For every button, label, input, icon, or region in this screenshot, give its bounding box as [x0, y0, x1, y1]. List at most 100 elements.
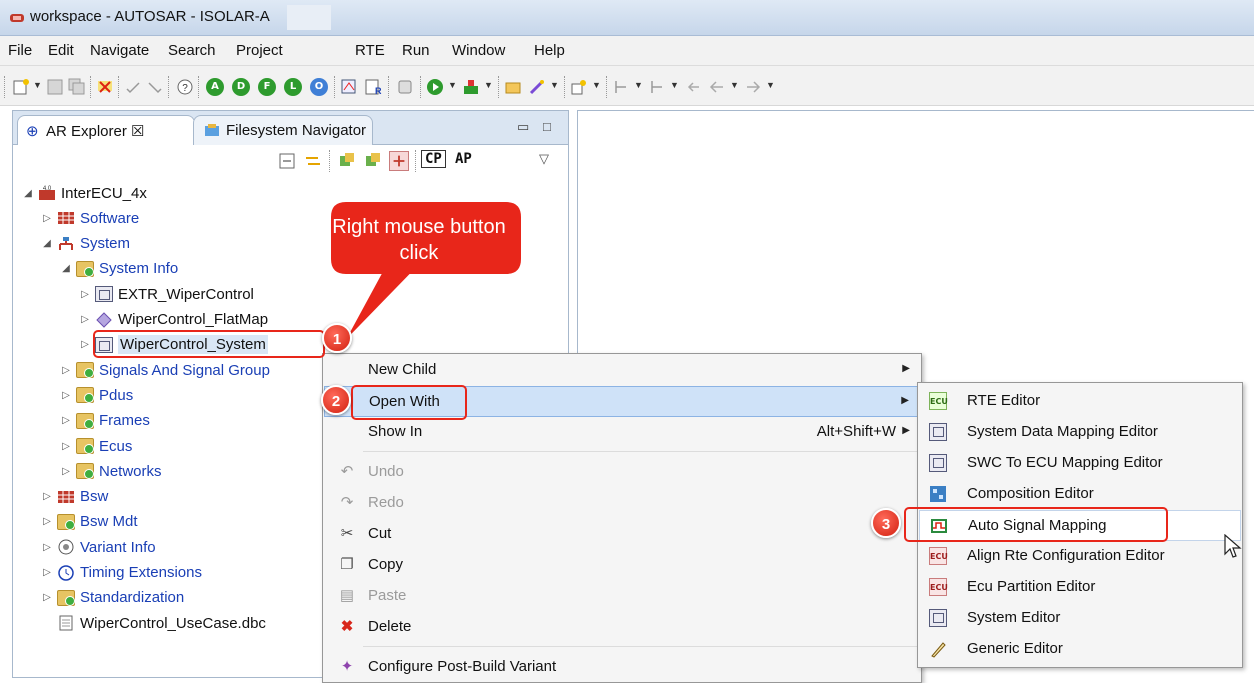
collapsed-twisty-icon[interactable]: ▷	[78, 289, 92, 300]
tree-node-extr-wipercontrol[interactable]: ▷ EXTR_WiperControl	[78, 282, 254, 306]
external-tools-dropdown-icon[interactable]: ▼	[484, 80, 493, 90]
collapsed-twisty-icon[interactable]: ▷	[59, 415, 73, 426]
ctx-paste[interactable]: ▤ Paste	[324, 581, 920, 612]
forward-dropdown-icon[interactable]: ▼	[766, 80, 775, 90]
sub-swc-to-ecu-mapping-editor[interactable]: SWC To ECU Mapping Editor	[919, 448, 1241, 479]
menu-project[interactable]: Project	[236, 42, 283, 59]
forward-icon[interactable]	[744, 78, 762, 96]
ctx-configure-post-build-variant[interactable]: ✦ Configure Post-Build Variant	[324, 652, 920, 683]
ctx-undo[interactable]: ↶ Undo	[324, 457, 920, 488]
external-tools-icon[interactable]	[462, 78, 480, 96]
ctx-copy[interactable]: ❐ Copy	[324, 550, 920, 581]
wand-dropdown-icon[interactable]: ▼	[550, 80, 559, 90]
cp-toggle[interactable]: CP	[421, 150, 446, 168]
toolbar-a-icon[interactable]: A	[206, 78, 224, 96]
menu-search[interactable]: Search	[168, 42, 216, 59]
menu-navigate[interactable]: Navigate	[90, 42, 149, 59]
prev-annotation-icon[interactable]	[648, 78, 666, 96]
collapsed-twisty-icon[interactable]: ▷	[40, 516, 54, 527]
menu-help[interactable]: Help	[534, 42, 565, 59]
save-all-icon[interactable]	[68, 78, 86, 96]
open-task-icon[interactable]	[504, 78, 522, 96]
filter-icon[interactable]	[389, 151, 409, 171]
ctx-delete[interactable]: ✖ Delete	[324, 612, 920, 643]
collapsed-twisty-icon[interactable]: ▷	[40, 542, 54, 553]
save-icon[interactable]	[46, 78, 64, 96]
expanded-twisty-icon[interactable]: ◢	[40, 238, 54, 249]
collapsed-twisty-icon[interactable]: ▷	[40, 213, 54, 224]
collapsed-twisty-icon[interactable]: ▷	[59, 466, 73, 477]
expanded-twisty-icon[interactable]: ◢	[21, 188, 35, 199]
collapsed-twisty-icon[interactable]: ▷	[40, 491, 54, 502]
expanded-twisty-icon[interactable]: ◢	[59, 263, 73, 274]
toolbar-l-icon[interactable]: L	[284, 78, 302, 96]
collapsed-twisty-icon[interactable]: ▷	[40, 592, 54, 603]
new-dropdown-icon[interactable]: ▼	[33, 80, 42, 90]
view-menu-icon[interactable]: ▽	[539, 151, 549, 167]
tree-node-bsw-mdt[interactable]: ▷ Bsw Mdt	[40, 510, 137, 534]
back-dropdown-icon[interactable]: ▼	[730, 80, 739, 90]
tab-filesystem-navigator[interactable]: Filesystem Navigator	[193, 115, 373, 145]
minimize-icon[interactable]: ▭	[517, 119, 529, 135]
annotation-dropdown-icon[interactable]: ▼	[592, 80, 601, 90]
tree-node-pdus[interactable]: ▷ Pdus	[59, 383, 133, 407]
expand-icon[interactable]	[337, 151, 357, 171]
sub-system-editor[interactable]: System Editor	[919, 603, 1241, 634]
undo-nav-icon[interactable]	[124, 78, 142, 96]
collapse-all-icon[interactable]	[277, 151, 297, 171]
tree-node-frames[interactable]: ▷ Frames	[59, 409, 150, 433]
sub-generic-editor[interactable]: Generic Editor	[919, 634, 1241, 665]
annotation-icon[interactable]	[570, 78, 588, 96]
tree-node-ecus[interactable]: ▷ Ecus	[59, 434, 132, 458]
menu-edit[interactable]: Edit	[48, 42, 74, 59]
tab-ar-explorer[interactable]: ⊕ AR Explorer ☒	[17, 115, 195, 145]
ctx-new-child[interactable]: New Child ▶	[324, 355, 920, 386]
ap-toggle[interactable]: AP	[455, 151, 472, 167]
tree-node-interecu-4x[interactable]: ◢ 4.0 InterECU_4x	[21, 181, 147, 205]
tree-node-networks[interactable]: ▷ Networks	[59, 459, 161, 483]
menu-window[interactable]: Window	[452, 42, 505, 59]
report-icon[interactable]: R	[364, 78, 382, 96]
collapsed-twisty-icon[interactable]: ▷	[59, 365, 73, 376]
tree-node-software[interactable]: ▷ Software	[40, 206, 139, 230]
collapsed-twisty-icon[interactable]: ▷	[78, 314, 92, 325]
tree-node-timing-extensions[interactable]: ▷ Timing Extensions	[40, 561, 202, 585]
run-dropdown-icon[interactable]: ▼	[448, 80, 457, 90]
run-icon[interactable]	[426, 78, 444, 96]
collapse-icon[interactable]	[363, 151, 383, 171]
tree-node-system-info[interactable]: ◢ System Info	[59, 257, 178, 281]
tree-node-signals-and-signal-group[interactable]: ▷ Signals And Signal Group	[59, 358, 270, 382]
ctx-show-in[interactable]: Show In Alt+Shift+W ▶	[324, 417, 920, 448]
menu-run[interactable]: Run	[402, 42, 430, 59]
prev-annotation-dropdown-icon[interactable]: ▼	[670, 80, 679, 90]
collapsed-twisty-icon[interactable]: ▷	[59, 390, 73, 401]
toolbar-d-icon[interactable]: D	[232, 78, 250, 96]
generate-icon[interactable]	[340, 78, 358, 96]
back-icon[interactable]	[708, 78, 726, 96]
menu-file[interactable]: File	[8, 42, 32, 59]
link-editor-icon[interactable]	[303, 151, 323, 171]
sub-ecu-partition-editor[interactable]: ECU Ecu Partition Editor	[919, 572, 1241, 603]
collapsed-twisty-icon[interactable]: ▷	[78, 339, 92, 350]
sub-system-data-mapping-editor[interactable]: System Data Mapping Editor	[919, 417, 1241, 448]
toolbar-o-icon[interactable]: O	[310, 78, 328, 96]
validate-icon[interactable]	[96, 78, 114, 96]
redo-nav-icon[interactable]	[146, 78, 164, 96]
tree-node-wipercontrol-flatmap[interactable]: ▷ WiperControl_FlatMap	[78, 308, 268, 332]
help-icon[interactable]: ?	[176, 78, 194, 96]
sub-align-rte-configuration-editor[interactable]: ECU Align Rte Configuration Editor	[919, 541, 1241, 572]
build-icon[interactable]	[396, 78, 414, 96]
collapsed-twisty-icon[interactable]: ▷	[59, 441, 73, 452]
tree-node-bsw[interactable]: ▷ Bsw	[40, 485, 108, 509]
new-icon[interactable]	[12, 78, 30, 96]
tree-node-system[interactable]: ◢ System	[40, 232, 130, 256]
ctx-redo[interactable]: ↷ Redo	[324, 488, 920, 519]
sub-composition-editor[interactable]: Composition Editor	[919, 479, 1241, 510]
next-annotation-dropdown-icon[interactable]: ▼	[634, 80, 643, 90]
toolbar-f-icon[interactable]: F	[258, 78, 276, 96]
tree-node-variant-info[interactable]: ▷ Variant Info	[40, 535, 155, 559]
collapsed-twisty-icon[interactable]: ▷	[40, 567, 54, 578]
sub-rte-editor[interactable]: ECU RTE Editor	[919, 386, 1241, 417]
last-edit-icon[interactable]	[684, 78, 702, 96]
tree-node-standardization[interactable]: ▷ Standardization	[40, 586, 184, 610]
